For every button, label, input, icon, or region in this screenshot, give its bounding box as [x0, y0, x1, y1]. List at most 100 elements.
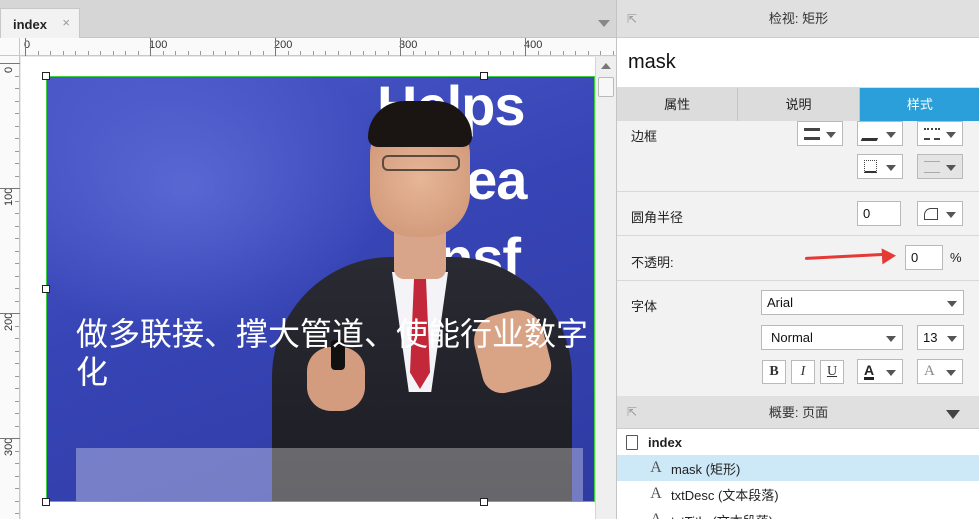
font-size-value: 13: [923, 330, 938, 345]
outline-item-txttitle[interactable]: A txtTitle (文本段落): [617, 507, 979, 519]
txtTitle-text[interactable]: 做多联接、撑大管道、使能行业数字化: [76, 315, 596, 391]
close-icon[interactable]: ×: [62, 15, 70, 30]
ruler-minor-tick: [612, 51, 614, 55]
chevron-down-icon: [886, 370, 896, 376]
ruler-major-tick: [150, 38, 151, 56]
document-tabbar: index ×: [0, 0, 616, 39]
ruler-major-tick: [400, 38, 401, 56]
italic-button[interactable]: I: [791, 360, 815, 384]
bold-button[interactable]: B: [762, 360, 786, 384]
divider: [617, 235, 979, 236]
tab-label: index: [13, 16, 47, 32]
font-weight-value: Normal: [771, 330, 813, 345]
tab-index[interactable]: index ×: [0, 8, 80, 39]
font-size-select[interactable]: 13: [917, 325, 964, 350]
page-icon: [626, 434, 638, 450]
ruler-minor-tick: [212, 51, 214, 55]
border-label: 边框: [631, 129, 658, 144]
corner-radius-input[interactable]: 0: [857, 201, 901, 226]
text-widget-icon: A: [646, 511, 666, 519]
text-shadow-dropdown[interactable]: A: [917, 359, 963, 384]
ruler-minor-tick: [375, 51, 376, 55]
ruler-minor-tick: [15, 163, 19, 164]
filter-icon[interactable]: [946, 410, 960, 419]
speaker-photo: Helps ncrea nsf: [47, 77, 594, 501]
ruler-minor-tick: [537, 51, 539, 55]
line-style-icon: [924, 160, 940, 173]
arrow-style-dropdown[interactable]: [917, 154, 963, 179]
resize-handle-sw[interactable]: [42, 498, 50, 506]
font-color-dropdown[interactable]: A: [857, 359, 903, 384]
ruler-major-tick: [275, 38, 276, 56]
border-sides-icon: [864, 160, 877, 173]
ruler-minor-tick: [62, 51, 64, 55]
resize-handle-nw[interactable]: [42, 72, 50, 80]
ruler-minor-tick: [137, 51, 139, 55]
outline-page-item[interactable]: index: [617, 429, 979, 455]
font-weight-select[interactable]: Normal: [761, 325, 903, 350]
ruler-minor-tick: [75, 51, 76, 55]
ruler-minor-tick: [437, 51, 439, 55]
outline-item-mask[interactable]: A mask (矩形): [617, 455, 979, 481]
ruler-minor-tick: [15, 475, 19, 477]
ruler-h-label: 400: [524, 39, 543, 51]
chevron-down-icon: [946, 165, 956, 171]
border-color-dropdown[interactable]: [857, 121, 903, 146]
ruler-minor-tick: [500, 51, 501, 55]
ruler-minor-tick: [412, 51, 414, 55]
pin-icon[interactable]: ⇱: [627, 0, 637, 38]
text-widget-icon: A: [650, 459, 662, 476]
ruler-minor-tick: [15, 175, 19, 177]
canvas-vertical-scrollbar[interactable]: [595, 57, 616, 519]
ruler-minor-tick: [15, 150, 19, 152]
tab-properties[interactable]: 属性: [617, 88, 739, 121]
widget-name-field[interactable]: mask: [617, 38, 979, 88]
ruler-minor-tick: [362, 51, 364, 55]
ruler-major-tick: [0, 313, 20, 314]
rounded-corner-icon: [924, 207, 938, 220]
outline-item-txtdesc[interactable]: A txtDesc (文本段落): [617, 481, 979, 507]
ruler-minor-tick: [187, 51, 189, 55]
hair: [368, 101, 472, 147]
font-family-select[interactable]: Arial: [761, 290, 964, 315]
underline-button[interactable]: U: [820, 360, 844, 384]
border-sides-dropdown[interactable]: [857, 154, 903, 179]
ruler-minor-tick: [15, 288, 19, 289]
resize-handle-n[interactable]: [480, 72, 488, 80]
opacity-input[interactable]: 0: [905, 245, 943, 270]
resize-handle-w[interactable]: [42, 285, 50, 293]
pin-icon[interactable]: ⇱: [627, 396, 637, 429]
ruler-minor-tick: [15, 100, 19, 102]
ruler-minor-tick: [15, 413, 19, 414]
ruler-minor-tick: [15, 363, 19, 364]
mask-widget[interactable]: Helps ncrea nsf 做多联接、撑大管道、使能行业数字化: [46, 76, 595, 502]
speaker-figure: [252, 101, 582, 501]
ruler-minor-tick: [15, 513, 19, 514]
border-width-dropdown[interactable]: [797, 121, 843, 146]
opacity-unit: %: [950, 250, 962, 265]
ruler-minor-tick: [15, 88, 19, 89]
ruler-minor-tick: [287, 51, 289, 55]
ruler-minor-tick: [15, 250, 19, 252]
ruler-major-tick: [0, 63, 20, 64]
outline-header: ⇱ 概要: 页面: [617, 396, 979, 429]
ruler-minor-tick: [15, 350, 19, 352]
scroll-thumb[interactable]: [598, 77, 614, 97]
style-settings: 边框 圆角半径 0 不透明: 0 % 字体 Arial Normal 13 B …: [617, 121, 979, 396]
scroll-up-icon[interactable]: [601, 63, 611, 69]
resize-handle-s[interactable]: [480, 498, 488, 506]
outline-item-label: txtDesc (文本段落): [671, 487, 779, 503]
ruler-minor-tick: [237, 51, 239, 55]
tab-list-dropdown-icon[interactable]: [598, 20, 610, 27]
pen-icon: [860, 126, 884, 141]
txtDesc-panel[interactable]: [76, 448, 583, 501]
corner-style-dropdown[interactable]: [917, 201, 963, 226]
border-style-dropdown[interactable]: [917, 121, 963, 146]
ruler-minor-tick: [15, 450, 19, 452]
tab-style[interactable]: 样式: [859, 88, 979, 121]
tab-notes[interactable]: 说明: [738, 88, 860, 121]
ruler-minor-tick: [425, 51, 426, 55]
ruler-minor-tick: [15, 275, 19, 277]
ruler-minor-tick: [15, 238, 19, 239]
ruler-minor-tick: [15, 300, 19, 302]
